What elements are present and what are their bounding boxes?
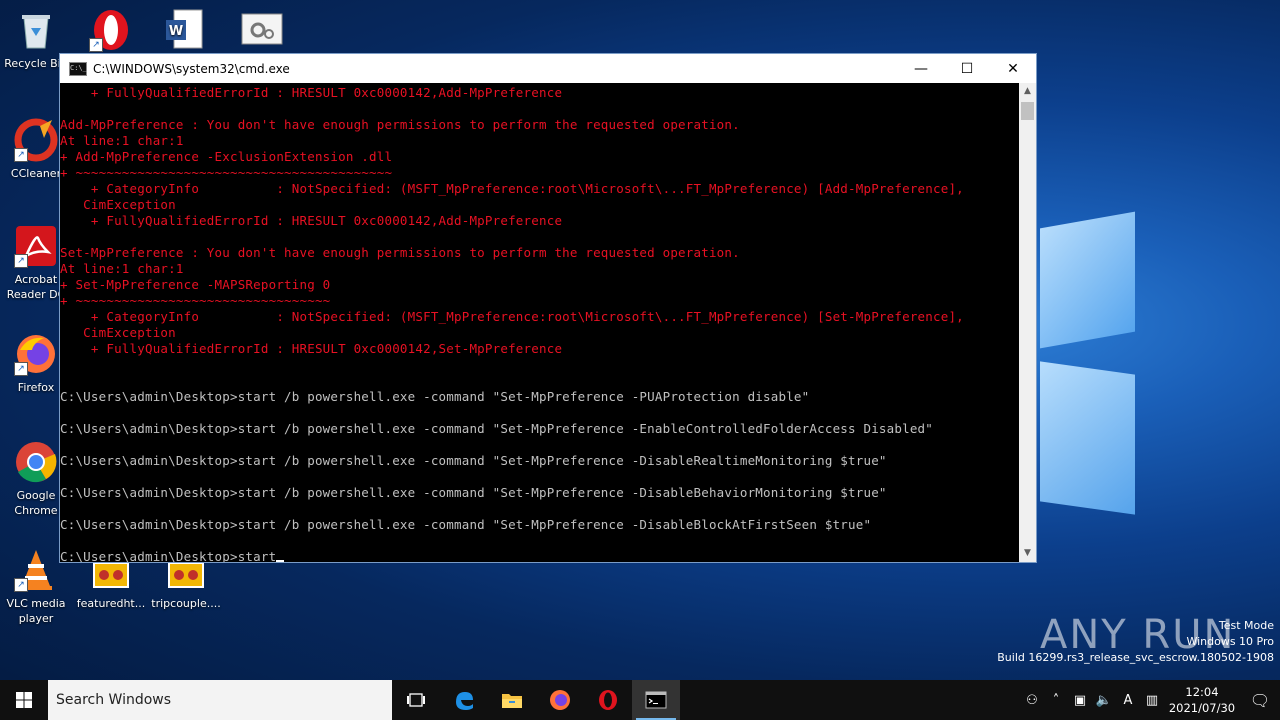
firefox-icon: ↗ bbox=[14, 332, 58, 376]
google-chrome-icon bbox=[14, 440, 58, 484]
console-prompt-line[interactable]: C:\Users\admin\Desktop>start bbox=[60, 549, 1019, 562]
window-title: C:\WINDOWS\system32\cmd.exe bbox=[93, 61, 290, 76]
close-button[interactable]: ✕ bbox=[990, 54, 1036, 83]
chevron-up-icon[interactable]: ˄ bbox=[1044, 693, 1068, 708]
console-line: C:\Users\admin\Desktop>start /b powershe… bbox=[60, 485, 887, 500]
taskbar-opera[interactable] bbox=[584, 680, 632, 720]
people-icon[interactable]: ⚇ bbox=[1020, 693, 1044, 708]
windows-start-icon bbox=[16, 692, 32, 708]
desktop-icon-label: VLC media player bbox=[6, 597, 66, 625]
console-line: CimException bbox=[60, 325, 176, 340]
taskbar-firefox[interactable] bbox=[536, 680, 584, 720]
cmd-app-icon: C:\_ bbox=[69, 61, 87, 76]
clock-date: 2021/07/30 bbox=[1168, 701, 1236, 715]
vlc-icon: ↗ bbox=[14, 548, 58, 592]
console-line: CimException bbox=[60, 197, 176, 212]
os-watermark: Test Mode Windows 10 Pro Build 16299.rs3… bbox=[997, 618, 1274, 666]
search-placeholder: Search Windows bbox=[56, 692, 172, 708]
search-box[interactable]: Search Windows bbox=[48, 680, 392, 720]
console-line: + ~~~~~~~~~~~~~~~~~~~~~~~~~~~~~~~~~ bbox=[60, 293, 331, 308]
clock[interactable]: 12:04 2021/07/30 bbox=[1164, 684, 1240, 716]
console-output[interactable]: + FullyQualifiedErrorId : HRESULT 0xc000… bbox=[60, 83, 1019, 562]
clock-time: 12:04 bbox=[1185, 685, 1219, 699]
console-line: At line:1 char:1 bbox=[60, 133, 184, 148]
minimize-button[interactable]: — bbox=[898, 54, 944, 83]
console-line: + CategoryInfo : NotSpecified: (MSFT_MpP… bbox=[60, 309, 964, 324]
desktop-icon-label: tripcouple.... bbox=[151, 597, 221, 610]
maximize-button[interactable]: ☐ bbox=[944, 54, 990, 83]
cmd-titlebar[interactable]: C:\_ C:\WINDOWS\system32\cmd.exe — ☐ ✕ bbox=[60, 54, 1036, 83]
gear-window-icon bbox=[240, 8, 284, 52]
console-line: + FullyQualifiedErrorId : HRESULT 0xc000… bbox=[60, 85, 563, 100]
prompt-text: C:\Users\admin\Desktop>start bbox=[60, 549, 277, 562]
taskbar-file-explorer[interactable] bbox=[488, 680, 536, 720]
console-line: + FullyQualifiedErrorId : HRESULT 0xc000… bbox=[60, 213, 563, 228]
scroll-up-arrow-icon[interactable]: ▲ bbox=[1019, 83, 1036, 100]
ccleaner-icon: ↗ bbox=[14, 118, 58, 162]
scroll-thumb[interactable] bbox=[1021, 102, 1034, 120]
taskbar-cmd[interactable] bbox=[632, 680, 680, 720]
text-cursor bbox=[276, 560, 285, 562]
console-line: + Set-MpPreference -MAPSReporting 0 bbox=[60, 277, 331, 292]
console-line: C:\Users\admin\Desktop>start /b powershe… bbox=[60, 421, 933, 436]
network-icon[interactable]: ▣ bbox=[1068, 693, 1092, 708]
input-language-indicator[interactable]: A bbox=[1116, 693, 1140, 708]
desktop-icon-opera[interactable]: ↗ bbox=[75, 8, 147, 56]
console-line: C:\Users\admin\Desktop>start /b powershe… bbox=[60, 389, 810, 404]
word-document-icon: W bbox=[162, 8, 206, 52]
console-line: C:\Users\admin\Desktop>start /b powershe… bbox=[60, 453, 887, 468]
vertical-scrollbar[interactable]: ▲ ▼ bbox=[1019, 83, 1036, 562]
desktop-icon-label: Firefox bbox=[17, 381, 55, 394]
desktop-icon-label: Google Chrome bbox=[14, 489, 58, 517]
firefox-icon bbox=[550, 690, 570, 710]
console-line: Set-MpPreference : You don't have enough… bbox=[60, 245, 740, 260]
desktop-icon-label: featuredht... bbox=[76, 597, 146, 610]
desktop-icon-word-doc[interactable]: W bbox=[148, 8, 220, 56]
console-line: Add-MpPreference : You don't have enough… bbox=[60, 117, 740, 132]
volume-icon[interactable]: 🔈 bbox=[1092, 693, 1116, 708]
edge-icon bbox=[456, 692, 473, 710]
start-button[interactable] bbox=[0, 680, 48, 720]
keyboard-ime-icon[interactable]: ▥ bbox=[1140, 693, 1164, 708]
desktop-icon-label: CCleaner bbox=[10, 167, 62, 180]
console-line: + FullyQualifiedErrorId : HRESULT 0xc000… bbox=[60, 341, 563, 356]
taskbar: Search Windows ⚇ ˄ ▣ 🔈 A ▥ 12:04 2021/07… bbox=[0, 680, 1280, 720]
system-tray: ⚇ ˄ ▣ 🔈 A ▥ 12:04 2021/07/30 🗨 bbox=[1020, 680, 1280, 720]
cmd-window[interactable]: C:\_ C:\WINDOWS\system32\cmd.exe — ☐ ✕ +… bbox=[59, 53, 1037, 563]
recycle-bin-icon bbox=[14, 8, 58, 52]
scroll-down-arrow-icon[interactable]: ▼ bbox=[1019, 545, 1036, 562]
console-line: + Add-MpPreference -ExclusionExtension .… bbox=[60, 149, 393, 164]
svg-text:W: W bbox=[169, 24, 183, 39]
acrobat-reader-icon: ↗ bbox=[14, 224, 58, 268]
opera-icon bbox=[599, 690, 617, 710]
notification-center-icon[interactable]: 🗨 bbox=[1240, 691, 1280, 710]
task-view-button[interactable] bbox=[392, 680, 440, 720]
cmd-icon bbox=[645, 691, 667, 709]
opera-icon: ↗ bbox=[89, 8, 133, 52]
console-line: + ~~~~~~~~~~~~~~~~~~~~~~~~~~~~~~~~~~~~~~… bbox=[60, 165, 393, 180]
taskbar-edge[interactable] bbox=[440, 680, 488, 720]
console-line: C:\Users\admin\Desktop>start /b powershe… bbox=[60, 517, 872, 532]
console-line: + CategoryInfo : NotSpecified: (MSFT_MpP… bbox=[60, 181, 964, 196]
console-line: At line:1 char:1 bbox=[60, 261, 184, 276]
build-text: Build 16299.rs3_release_svc_escrow.18050… bbox=[997, 651, 1274, 664]
folder-icon bbox=[502, 694, 522, 708]
windows-logo-wallpaper bbox=[1010, 200, 1250, 530]
desktop-icon-label: Acrobat Reader DC bbox=[6, 273, 66, 301]
desktop-icon-settings-file[interactable] bbox=[226, 8, 298, 56]
test-mode-text: Test Mode bbox=[1218, 619, 1274, 632]
edition-text: Windows 10 Pro bbox=[1186, 635, 1274, 648]
task-view-icon bbox=[407, 693, 425, 707]
